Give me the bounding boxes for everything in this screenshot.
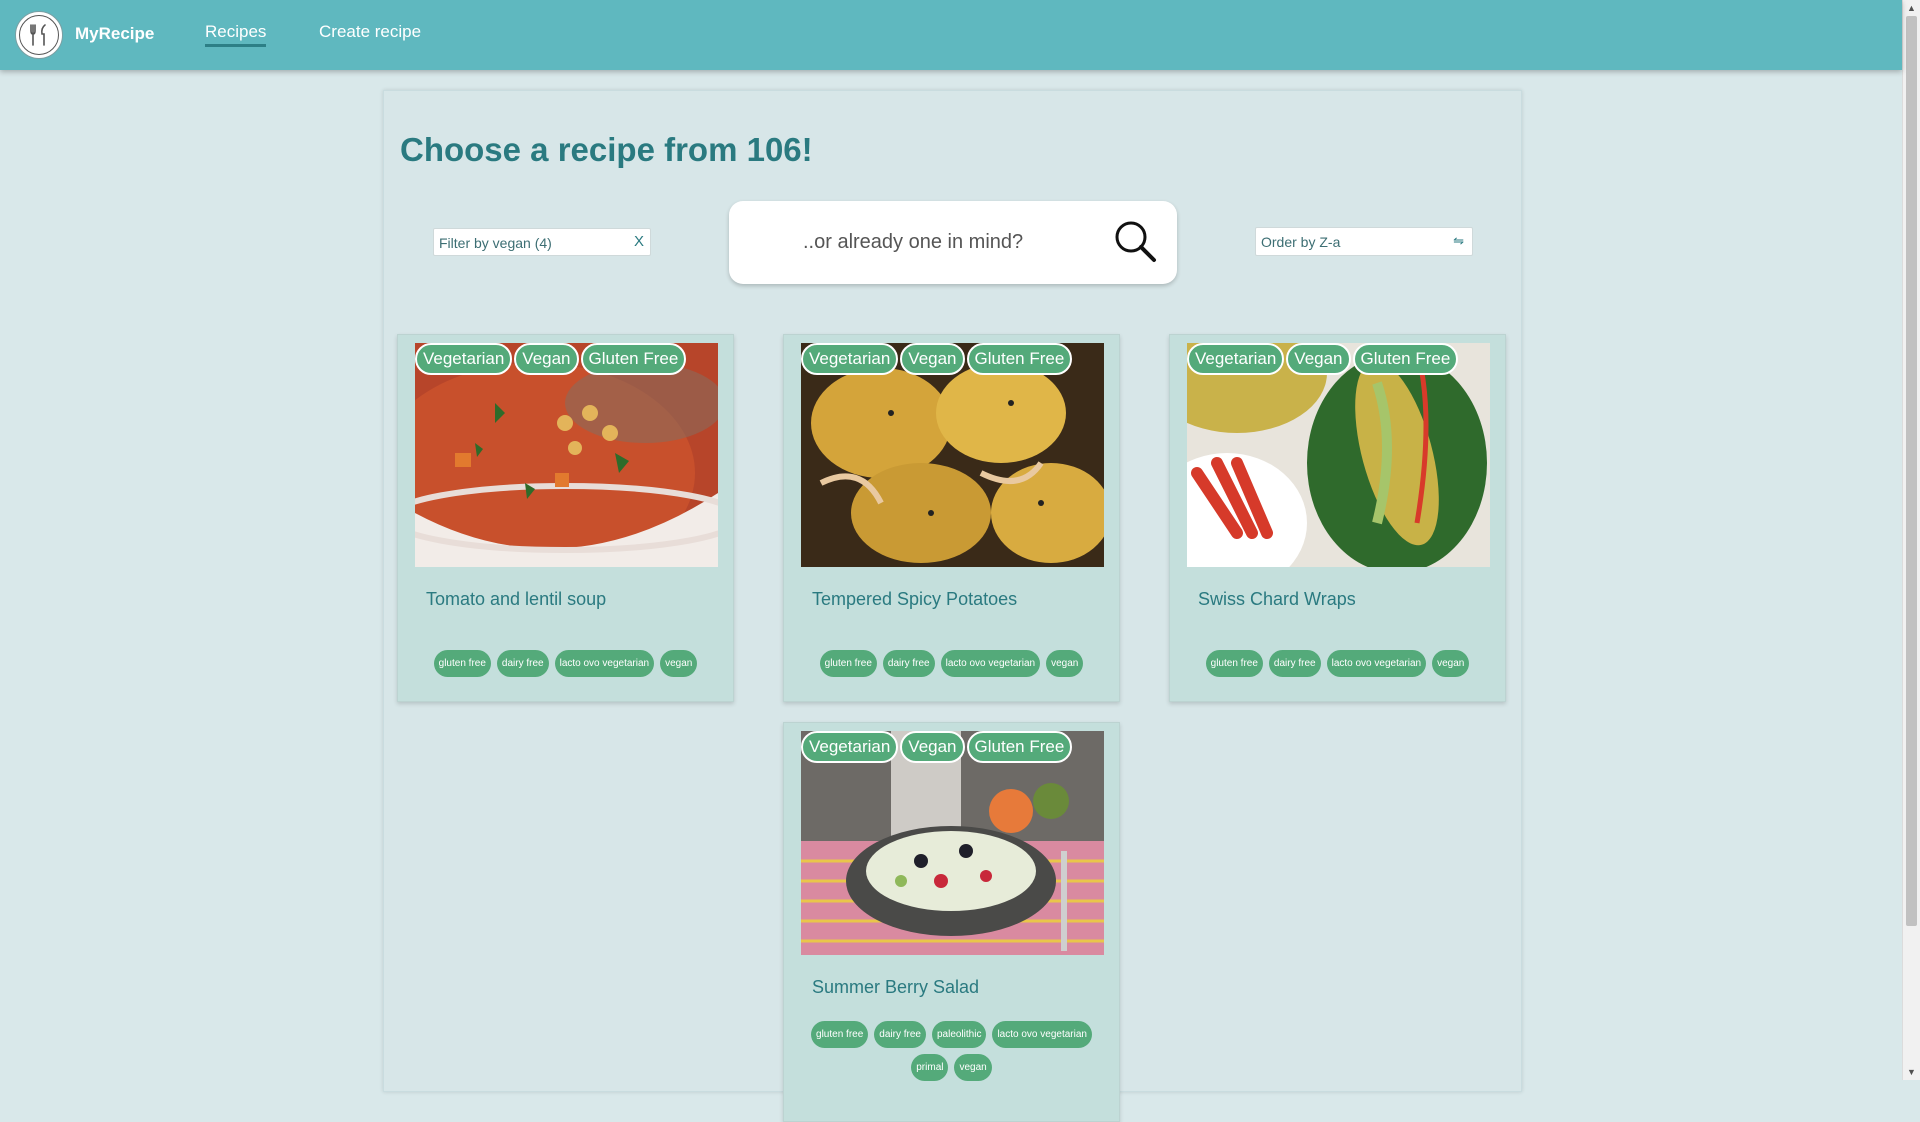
order-select[interactable]: Order by Z-a ⇋ — [1255, 227, 1473, 256]
recipe-card[interactable]: Vegetarian Vegan Gluten Free Summer Berr… — [783, 722, 1120, 1122]
vegan-badge: Vegan — [1286, 343, 1351, 375]
diet-tag: gluten free — [433, 650, 491, 677]
nav-link-recipes[interactable]: Recipes — [205, 22, 267, 47]
recipe-title[interactable]: Summer Berry Salad — [812, 977, 979, 998]
vegetarian-badge: Vegetarian — [1187, 343, 1285, 375]
recipe-card[interactable]: Vegetarian Vegan Gluten Free Tomato and … — [397, 334, 734, 702]
vegan-badge: Vegan — [900, 731, 965, 763]
gluten-free-badge: Gluten Free — [966, 731, 1073, 763]
diet-tags: gluten free dairy free lacto ovo vegetar… — [1170, 650, 1505, 677]
diet-tag: gluten free — [819, 650, 877, 677]
sort-icon: ⇋ — [1453, 233, 1464, 248]
recipe-title[interactable]: Swiss Chard Wraps — [1198, 589, 1356, 610]
diet-tag: dairy free — [1268, 650, 1321, 677]
diet-tag: lacto ovo vegetarian — [940, 650, 1041, 677]
recipe-card[interactable]: Vegetarian Vegan Gluten Free Tempered Sp… — [783, 334, 1120, 702]
diet-tag: paleolithic — [931, 1021, 987, 1048]
page-scrollbar[interactable]: ▲ ▼ — [1902, 0, 1920, 1080]
diet-tag: dairy free — [882, 650, 935, 677]
recipe-image[interactable]: Vegetarian Vegan Gluten Free — [801, 731, 1104, 955]
diet-tag: lacto ovo vegetarian — [554, 650, 655, 677]
recipe-title[interactable]: Tempered Spicy Potatoes — [812, 589, 1017, 610]
diet-tags: gluten free dairy free lacto ovo vegetar… — [398, 650, 733, 677]
search-icon[interactable] — [1113, 219, 1157, 263]
gluten-free-badge: Gluten Free — [580, 343, 687, 375]
diet-filter-select[interactable]: Filter by vegan (4) X — [433, 228, 651, 256]
logo-icon[interactable] — [15, 11, 63, 59]
recipe-image[interactable]: Vegetarian Vegan Gluten Free — [1187, 343, 1490, 567]
search-field[interactable]: ..or already one in mind? — [729, 201, 1177, 284]
diet-tag: vegan — [660, 650, 698, 677]
diet-tag: vegan — [1046, 650, 1084, 677]
recipe-card[interactable]: Vegetarian Vegan Gluten Free Swiss Chard… — [1169, 334, 1506, 702]
order-label: Order by Z-a — [1261, 234, 1341, 250]
recipe-image[interactable]: Vegetarian Vegan Gluten Free — [801, 343, 1104, 567]
diet-tag: lacto ovo vegetarian — [992, 1021, 1092, 1048]
search-input[interactable]: ..or already one in mind? — [803, 231, 1023, 254]
diet-tag: vegan — [1432, 650, 1470, 677]
diet-tag: dairy free — [874, 1021, 926, 1048]
scroll-thumb[interactable] — [1906, 16, 1917, 926]
scroll-down-icon[interactable]: ▼ — [1903, 1064, 1920, 1080]
clear-filter-button[interactable]: X — [634, 233, 644, 250]
nav-link-create-recipe[interactable]: Create recipe — [319, 22, 421, 42]
recipes-panel: Choose a recipe from 106! Filter by vega… — [383, 90, 1522, 1122]
diet-tag: gluten free — [1205, 650, 1263, 677]
diet-tags: gluten free dairy free lacto ovo vegetar… — [784, 650, 1119, 677]
vegetarian-badge: Vegetarian — [801, 343, 899, 375]
recipe-title[interactable]: Tomato and lentil soup — [426, 589, 606, 610]
diet-tag: primal — [911, 1054, 949, 1081]
gluten-free-badge: Gluten Free — [966, 343, 1073, 375]
diet-tag: gluten free — [811, 1021, 869, 1048]
vegetarian-badge: Vegetarian — [801, 731, 899, 763]
top-navbar: MyRecipe Recipes Create recipe — [0, 0, 1902, 70]
vegan-badge: Vegan — [900, 343, 965, 375]
diet-tags: gluten free dairy free paleolithic lacto… — [784, 1021, 1119, 1081]
scroll-up-icon[interactable]: ▲ — [1903, 0, 1920, 16]
diet-tag: vegan — [954, 1054, 992, 1081]
gluten-free-badge: Gluten Free — [1352, 343, 1459, 375]
page-title: Choose a recipe from 106! — [400, 131, 813, 168]
diet-tag: lacto ovo vegetarian — [1326, 650, 1427, 677]
vegetarian-badge: Vegetarian — [415, 343, 513, 375]
vegan-badge: Vegan — [514, 343, 579, 375]
diet-filter-label: Filter by vegan (4) — [439, 235, 552, 251]
diet-tag: dairy free — [496, 650, 549, 677]
brand-name[interactable]: MyRecipe — [75, 24, 154, 44]
recipe-image[interactable]: Vegetarian Vegan Gluten Free — [415, 343, 718, 567]
